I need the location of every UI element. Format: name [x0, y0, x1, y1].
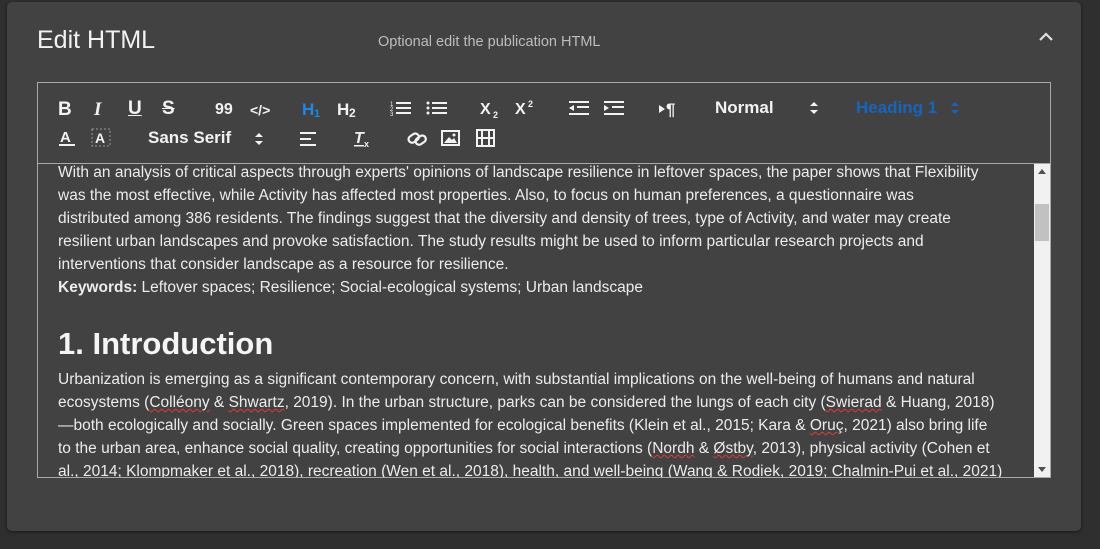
svg-text:2: 2: [528, 99, 533, 109]
abstract-text: With an analysis of critical aspects thr…: [58, 164, 1018, 299]
h2-button[interactable]: H2: [336, 98, 360, 118]
panel-subtitle: Optional edit the publication HTML: [378, 34, 601, 50]
section-heading: 1. Introduction: [58, 326, 274, 361]
svg-text:A: A: [95, 130, 105, 146]
html-editor: B I U S 99 </> H1 H2 123 X2 X2 ¶ Normal …: [37, 82, 1051, 478]
abstract-line: distributed among 386 residents. The fin…: [58, 210, 951, 227]
code-button[interactable]: </>: [250, 100, 270, 120]
para-line: ecosystems (Colléony & Shwartz, 2019). I…: [58, 394, 995, 411]
svg-text:X: X: [480, 101, 491, 118]
editor-toolbar: B I U S 99 </> H1 H2 123 X2 X2 ¶ Normal …: [38, 83, 1050, 164]
abstract-line: was the most effective, while Activity h…: [58, 187, 914, 204]
edit-html-panel: Edit HTML Optional edit the publication …: [7, 2, 1081, 531]
svg-text:x: x: [364, 139, 369, 148]
svg-text:H: H: [302, 100, 314, 118]
para-line: to the urban area, enhance social qualit…: [58, 440, 990, 457]
para-line: al., 2014; Klompmaker et al., 2018), rec…: [58, 463, 1003, 477]
h1-button[interactable]: H1: [301, 98, 325, 118]
bold-button[interactable]: B: [58, 100, 72, 120]
outdent-icon[interactable]: [568, 99, 590, 117]
abstract-line: interventions that consider landscape as…: [58, 256, 509, 273]
background-color-icon[interactable]: A: [91, 128, 111, 148]
para-line: Urbanization is emerging as a significan…: [58, 371, 975, 388]
heading-select-arrows-icon[interactable]: [950, 101, 960, 115]
superscript-button[interactable]: X2: [514, 98, 538, 120]
strike-button[interactable]: S: [162, 99, 175, 119]
bullet-list-icon[interactable]: [426, 99, 448, 117]
subscript-button[interactable]: X2: [479, 98, 503, 120]
video-icon[interactable]: [476, 129, 496, 147]
scrollbar-thumb[interactable]: [1035, 204, 1049, 241]
svg-text:2: 2: [349, 106, 356, 118]
svg-text:1: 1: [314, 108, 320, 118]
svg-text:H: H: [337, 100, 349, 118]
italic-button[interactable]: I: [94, 100, 101, 120]
intro-paragraph: Urbanization is emerging as a significan…: [58, 368, 1018, 477]
font-color-icon[interactable]: A: [58, 128, 76, 148]
format-select-arrows-icon[interactable]: [809, 101, 819, 115]
text-direction-icon[interactable]: [658, 99, 666, 117]
keywords-label: Keywords:: [58, 279, 138, 296]
font-select-arrows-icon[interactable]: [254, 132, 264, 146]
chevron-up-icon[interactable]: [1037, 28, 1055, 46]
heading-select[interactable]: Heading 1: [856, 98, 937, 118]
ordered-list-icon[interactable]: 123: [390, 99, 412, 117]
image-icon[interactable]: [441, 129, 461, 147]
svg-text:A: A: [60, 129, 71, 146]
svg-text:X: X: [515, 101, 526, 118]
keywords-line: Keywords: Leftover spaces; Resilience; S…: [58, 276, 1018, 299]
panel-title: Edit HTML: [37, 26, 156, 54]
scroll-down-icon[interactable]: [1038, 467, 1046, 472]
abstract-line: With an analysis of critical aspects thr…: [58, 164, 979, 181]
editor-content[interactable]: With an analysis of critical aspects thr…: [38, 164, 1034, 477]
svg-text:2: 2: [493, 110, 498, 120]
content-scrollbar[interactable]: [1034, 164, 1050, 477]
para-line: —both ecologically and socially. Green s…: [58, 417, 988, 434]
abstract-line: resilient urban landscapes and provoke s…: [58, 233, 924, 250]
paragraph-button[interactable]: ¶: [666, 100, 675, 120]
keywords-value: Leftover spaces; Resilience; Social-ecol…: [137, 279, 643, 296]
scroll-up-icon[interactable]: [1038, 169, 1046, 174]
format-select[interactable]: Normal: [715, 98, 774, 118]
underline-button[interactable]: U: [128, 99, 142, 119]
align-icon[interactable]: [299, 130, 319, 148]
indent-icon[interactable]: [603, 99, 625, 117]
svg-text:3: 3: [390, 112, 394, 117]
blockquote-button[interactable]: 99: [215, 100, 233, 120]
link-icon[interactable]: [406, 129, 428, 149]
clear-format-icon[interactable]: Tx: [353, 128, 373, 148]
font-select[interactable]: Sans Serif: [148, 128, 231, 148]
